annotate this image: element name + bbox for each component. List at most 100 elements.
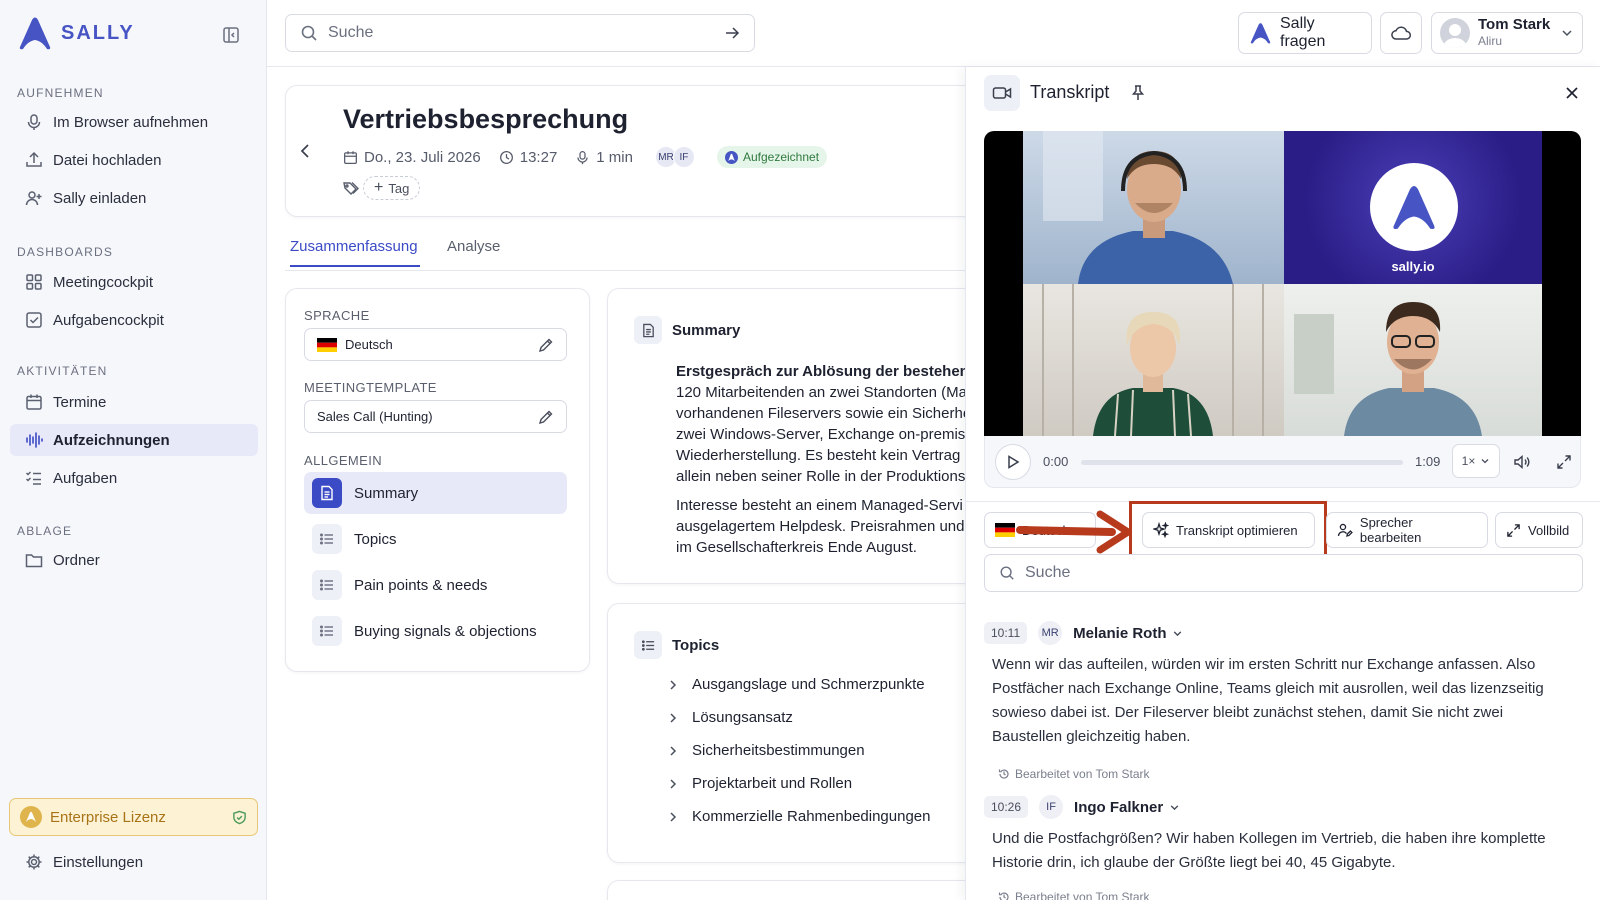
language-select[interactable]: Deutsch: [304, 328, 567, 361]
fullscreen-button[interactable]: Vollbild: [1495, 512, 1583, 548]
ask-sally-label: Sally fragen: [1280, 15, 1326, 50]
add-tag-button[interactable]: + Tag: [363, 176, 421, 200]
section-title-dashboards: DASHBOARDS: [17, 245, 114, 259]
german-flag-icon: [317, 337, 337, 352]
sidebar-item-meetingcockpit[interactable]: Meetingcockpit: [10, 266, 258, 298]
transcript-search-input[interactable]: Suche: [984, 554, 1583, 592]
red-arrow-annotation: [1016, 510, 1132, 554]
sidebar-item-aufzeichnungen[interactable]: Aufzeichnungen: [10, 424, 258, 456]
transcript-entry-header[interactable]: 10:11 MR Melanie Roth: [984, 620, 1183, 646]
ask-sally-button[interactable]: Sally fragen: [1238, 12, 1372, 54]
summary-line: zwei Windows-Server, Exchange on-premis: [676, 426, 966, 443]
chevron-down-icon: [1170, 804, 1179, 810]
sally-logo[interactable]: SALLY: [17, 16, 135, 50]
seek-bar[interactable]: [1081, 460, 1403, 465]
list-icon: [634, 631, 662, 659]
shield-check-icon: [233, 810, 246, 824]
global-search-input[interactable]: Suche: [285, 14, 755, 52]
sidebar-item-invite[interactable]: Sally einladen: [10, 182, 258, 214]
topic-item[interactable]: Kommerzielle Rahmenbedingungen: [668, 808, 930, 825]
general-label: ALLGEMEIN: [304, 453, 383, 468]
section-title-aktivitaeten: AKTIVITÄTEN: [17, 364, 108, 378]
transcript-line: Postfächer nach Exchange Online, Teams g…: [992, 680, 1544, 697]
section-item-summary[interactable]: Summary: [304, 472, 567, 514]
edited-note: Bearbeitet von Tom Stark: [998, 767, 1150, 781]
pencil-icon[interactable]: [538, 409, 554, 425]
summary-line: 120 Mitarbeitenden an zwei Standorten (M…: [676, 384, 968, 401]
transcript-entry-header[interactable]: 10:26 IF Ingo Falkner: [984, 794, 1180, 820]
video-player[interactable]: sally.io: [984, 131, 1581, 436]
sidebar-item-browser-record[interactable]: Im Browser aufnehmen: [10, 106, 258, 138]
topic-item[interactable]: Ausgangslage und Schmerzpunkte: [668, 676, 925, 693]
sidebar-item-aufgabencockpit[interactable]: Aufgabencockpit: [10, 304, 258, 336]
user-name: Tom Stark: [1478, 16, 1551, 33]
participant-avatars[interactable]: MR IF: [654, 146, 695, 168]
volume-icon[interactable]: [1513, 453, 1531, 471]
sidebar-item-upload[interactable]: Datei hochladen: [10, 144, 258, 176]
sally-logo-icon: [1250, 23, 1271, 44]
summary-line: ausgelagertem Helpdesk. Preisrahmen und: [676, 518, 965, 535]
task-list-icon: [25, 471, 41, 485]
speaker-name[interactable]: Melanie Roth: [1073, 625, 1183, 642]
license-label: Enterprise Lizenz: [50, 808, 166, 826]
total-time: 1:09: [1415, 454, 1441, 469]
chevron-down-icon: [1562, 30, 1572, 37]
calendar-icon: [26, 394, 42, 410]
summary-line: vorhandenen Fileservers sowie ein Sicher…: [676, 405, 972, 422]
chevron-down-icon: [1174, 630, 1182, 636]
play-button[interactable]: [995, 444, 1031, 480]
section-item-buying-signals[interactable]: Buying signals & objections: [304, 610, 567, 652]
search-placeholder: Suche: [328, 24, 374, 41]
section-item-label: Summary: [354, 484, 419, 502]
transcript-text[interactable]: Und die Postfachgrößen? Wir haben Kolleg…: [992, 827, 1582, 875]
transcript-panel: Transkript sally.io 0:00 1:09 1× Deutsch…: [965, 67, 1600, 900]
sidebar-item-settings[interactable]: Einstellungen: [10, 846, 258, 878]
transcript-text[interactable]: Wenn wir das aufteilen, würden wir im er…: [992, 653, 1582, 749]
sidebar-item-termine[interactable]: Termine: [10, 386, 258, 418]
topic-item[interactable]: Projektarbeit und Rollen: [668, 775, 852, 792]
back-chevron-icon[interactable]: [298, 143, 312, 159]
chevron-right-icon: [670, 679, 677, 690]
chevron-right-icon: [670, 778, 677, 789]
template-select[interactable]: Sales Call (Hunting): [304, 400, 567, 433]
user-menu[interactable]: Tom Stark Aliru: [1431, 12, 1583, 54]
participant-video-tile: [1023, 284, 1284, 436]
pin-icon[interactable]: [1130, 84, 1146, 102]
collapse-sidebar-icon[interactable]: [222, 26, 240, 44]
sidebar-item-label: Datei hochladen: [53, 151, 162, 169]
license-badge[interactable]: Enterprise Lizenz: [9, 798, 258, 836]
arrow-right-icon[interactable]: [724, 25, 740, 41]
edited-label: Bearbeitet von Tom Stark: [1015, 890, 1150, 900]
topic-item[interactable]: Lösungsansatz: [668, 709, 793, 726]
sidebar-item-label: Aufzeichnungen: [53, 431, 170, 449]
topic-item[interactable]: Sicherheitsbestimmungen: [668, 742, 865, 759]
summary-line: Interesse besteht an einem Managed-Servi: [676, 497, 963, 514]
close-icon[interactable]: [1565, 86, 1579, 100]
pencil-icon[interactable]: [538, 337, 554, 353]
expand-icon[interactable]: [1556, 454, 1572, 470]
cloud-button[interactable]: [1380, 12, 1422, 54]
sidebar-item-ordner[interactable]: Ordner: [10, 544, 258, 576]
edit-speakers-button[interactable]: Sprecher bearbeiten: [1326, 512, 1488, 548]
summary-text: Erstgespräch zur Ablösung der bestehend …: [676, 361, 978, 558]
topics-heading: Topics: [672, 637, 720, 654]
speaker-initials: IF: [1038, 794, 1065, 820]
optimize-transcript-button[interactable]: Transkript optimieren: [1142, 512, 1315, 548]
fullscreen-icon: [1507, 523, 1520, 537]
tab-analyse[interactable]: Analyse: [447, 238, 500, 265]
section-item-topics[interactable]: Topics: [304, 518, 567, 560]
chevron-right-icon: [670, 745, 677, 756]
summary-line: Erstgespräch zur Ablösung der bestehend: [676, 363, 978, 380]
tab-zusammenfassung[interactable]: Zusammenfassung: [290, 238, 420, 267]
playback-speed-select[interactable]: 1×: [1452, 444, 1500, 478]
timestamp[interactable]: 10:26: [984, 796, 1029, 818]
section-item-pain-points[interactable]: Pain points & needs: [304, 564, 567, 606]
sidebar-item-label: Sally einladen: [53, 189, 147, 207]
timestamp[interactable]: 10:11: [984, 622, 1028, 644]
plus-icon: +: [374, 179, 384, 196]
sidebar-item-aufgaben[interactable]: Aufgaben: [10, 462, 258, 494]
german-flag-icon: [995, 523, 1015, 537]
sidebar-item-label: Einstellungen: [53, 853, 144, 871]
sally-logo-icon: [1370, 163, 1458, 251]
speaker-name[interactable]: Ingo Falkner: [1074, 799, 1180, 816]
